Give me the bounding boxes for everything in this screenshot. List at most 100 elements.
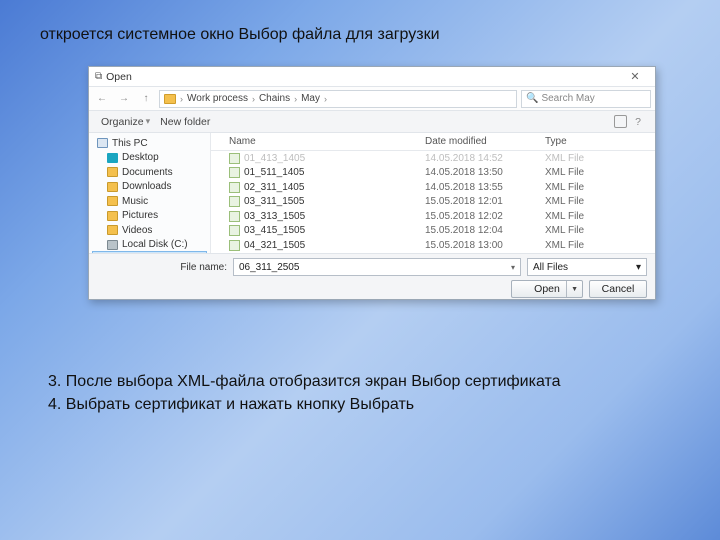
file-name: 03_415_1505 [244,225,305,236]
step-3: 3. После выбора XML-файла отобразится эк… [48,370,561,393]
location-icon [107,225,118,235]
view-options-icon[interactable] [614,115,627,128]
file-date: 14.05.2018 13:50 [425,167,545,178]
chevron-icon: › [324,94,327,104]
file-name-label: File name: [97,262,227,273]
breadcrumb[interactable]: › Work process › Chains › May › [159,90,517,108]
close-button[interactable]: ✕ [621,70,649,83]
step-4: 4. Выбрать сертификат и нажать кнопку Вы… [48,393,561,416]
tree-item-label: Desktop [122,152,159,163]
file-row[interactable]: 01_511_140514.05.2018 13:50XML File [211,166,655,181]
file-name: 01_413_1405 [244,153,305,164]
new-folder-button[interactable]: New folder [156,114,214,130]
up-button[interactable]: ↑ [137,90,155,108]
file-icon [229,153,240,164]
open-button[interactable]: Open▼ [511,280,583,298]
file-name: 03_311_1505 [244,196,304,207]
cancel-button[interactable]: Cancel [589,280,647,298]
file-date: 15.05.2018 12:02 [425,211,545,222]
file-type: XML File [545,225,655,236]
file-row[interactable]: 04_321_1505 15.05.2018 13:00XML File [211,238,655,253]
caption-top: откроется системное окно Выбор файла для… [40,26,440,44]
tree-item[interactable]: Downloads [93,180,206,195]
tree-item[interactable]: Documents [93,165,206,180]
tree-item-label: Music [122,196,148,207]
chevron-down-icon: ▾ [636,262,641,273]
back-button[interactable]: ← [93,90,111,108]
file-row[interactable]: 03_415_1505 15.05.2018 12:04XML File [211,224,655,239]
tree-item[interactable]: This PC [93,136,206,151]
nav-tree[interactable]: This PC Desktop Documents Downloads Music Pic… [89,133,211,253]
file-row[interactable]: 02_311_1405 14.05.2018 13:55XML File [211,180,655,195]
window-title: Open [106,71,132,83]
tree-item-label: Videos [122,225,152,236]
chevron-down-icon: ▾ [146,116,151,127]
toolbar: Organize▾ New folder ? [89,111,655,133]
col-date[interactable]: Date modified [425,136,545,147]
file-icon [229,225,240,236]
list-header[interactable]: Name Date modified Type [211,133,655,151]
tree-item-label: This PC [112,138,148,149]
forward-button[interactable]: → [115,90,133,108]
file-type: XML File [545,240,655,251]
search-icon: 🔍 [526,93,538,104]
file-row[interactable]: 03_311_1505 15.05.2018 12:01XML File [211,195,655,210]
tree-item[interactable]: Local Disk (C:) [93,238,206,253]
tree-item[interactable]: Desktop [93,151,206,166]
organize-button[interactable]: Organize▾ [97,114,154,130]
file-name-input[interactable]: 06_311_2505 ▾ [233,258,521,276]
search-input[interactable]: 🔍 Search May [521,90,651,108]
caption-bottom: 3. После выбора XML-файла отобразится эк… [48,370,561,416]
file-row[interactable]: 03_313_150515.05.2018 12:02XML File [211,209,655,224]
file-date: 15.05.2018 12:01 [425,196,545,207]
location-icon [107,211,118,221]
location-icon [107,153,118,163]
file-type: XML File [545,182,655,193]
file-date: 15.05.2018 13:00 [425,240,545,251]
chevron-icon: › [294,94,297,104]
folder-icon [164,94,176,104]
file-name: 04_321_1505 [244,240,305,251]
chevron-icon: › [180,94,183,104]
chevron-down-icon[interactable]: ▾ [511,263,515,272]
app-icon: ⧉ [95,71,102,82]
tree-item[interactable]: Music [93,194,206,209]
breadcrumb-seg[interactable]: Chains [259,93,290,104]
location-icon [107,196,118,206]
file-icon [229,240,240,251]
tree-item-label: Pictures [122,210,158,221]
file-type: XML File [545,196,655,207]
search-placeholder: Search May [541,93,594,104]
title-bar: ⧉ Open ✕ [89,67,655,87]
location-icon [107,182,118,192]
location-icon [107,167,118,177]
tree-item-label: Downloads [122,181,171,192]
file-name: 02_311_1405 [244,182,304,193]
dialog-footer: File name: 06_311_2505 ▾ All Files ▾ Ope… [89,253,655,299]
chevron-down-icon[interactable]: ▼ [571,286,578,293]
chevron-icon: › [252,94,255,104]
file-type: XML File [545,167,655,178]
help-button[interactable]: ? [629,113,647,131]
file-type: XML File [545,211,655,222]
tree-item[interactable]: Videos [93,223,206,238]
tree-item-label: Documents [122,167,173,178]
open-file-dialog: ⧉ Open ✕ ← → ↑ › Work process › Chains ›… [88,66,656,300]
file-icon [229,196,240,207]
col-name[interactable]: Name [225,136,425,147]
file-icon [229,211,240,222]
file-row[interactable]: 01_413_140514.05.2018 14:52XML File [211,151,655,166]
file-date: 15.05.2018 12:04 [425,225,545,236]
file-icon [229,182,240,193]
col-type[interactable]: Type [545,136,655,147]
file-type-filter[interactable]: All Files ▾ [527,258,647,276]
breadcrumb-seg[interactable]: Work process [187,93,248,104]
dialog-body: This PC Desktop Documents Downloads Music Pic… [89,133,655,253]
tree-item-label: Local Disk (C:) [122,239,188,250]
file-icon [229,167,240,178]
breadcrumb-seg[interactable]: May [301,93,320,104]
tree-item[interactable]: Pictures [93,209,206,224]
location-icon [107,240,118,250]
file-date: 14.05.2018 13:55 [425,182,545,193]
file-type: XML File [545,153,655,164]
